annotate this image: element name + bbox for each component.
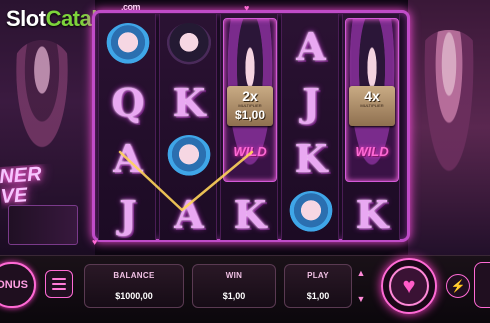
- multiplier-amount: $1,00: [234, 108, 266, 122]
- turbo-button[interactable]: ⚡: [446, 274, 470, 298]
- symbol-cell: [99, 18, 157, 74]
- chibi-blue-hair-symbol: [105, 23, 151, 69]
- letter-symbol: J: [119, 191, 137, 237]
- reel-5: 4x MULTIPLIER WILD K: [342, 14, 400, 240]
- spin-button[interactable]: ♥: [381, 258, 437, 314]
- reel-3: 2x MULTIPLIER $1,00 WILD K: [220, 14, 278, 240]
- win-label: WIN: [225, 271, 243, 280]
- multiplier-card: 2x MULTIPLIER $1,00: [227, 86, 273, 126]
- letter-symbol: Q: [111, 79, 145, 125]
- bet-label: PLAY: [307, 271, 329, 280]
- chibi-dark-hair-symbol: [166, 23, 212, 69]
- heart-icon: ♥: [389, 266, 429, 306]
- balance-panel: BALANCE $1000,00: [84, 264, 184, 308]
- background-character-right: [418, 30, 480, 200]
- reel-1: Q A J: [98, 14, 156, 240]
- game-screen: NER VE SlotCatalog .com ♥ Q A J K A 2x M…: [0, 0, 490, 323]
- symbol-cell: K: [343, 186, 401, 242]
- reel-4: A J K: [281, 14, 339, 240]
- bet-decrease-icon[interactable]: ▼: [357, 294, 366, 304]
- symbol-cell: K: [221, 186, 279, 242]
- symbol-cell: K: [282, 130, 340, 186]
- letter-symbol: J: [302, 79, 320, 125]
- symbol-cell: [282, 186, 340, 242]
- bet-value: $1,00: [306, 291, 330, 301]
- background-character-left: [12, 40, 72, 160]
- chibi-blue-hair-symbol: [166, 135, 212, 181]
- menu-icon-line: [52, 283, 66, 285]
- side-button[interactable]: [474, 262, 490, 308]
- reel-2: K A: [159, 14, 217, 240]
- bet-stepper: ▲ ▼: [354, 264, 368, 308]
- menu-icon-line: [52, 288, 66, 290]
- logo-slot-text: Slot: [6, 6, 46, 31]
- letter-symbol: K: [233, 191, 267, 237]
- symbol-cell: A: [160, 186, 218, 242]
- multiplier-value: 2x: [242, 88, 258, 104]
- wild-label: WILD: [233, 144, 267, 159]
- symbol-cell: [160, 18, 218, 74]
- frame-heart-icon: ♥: [244, 3, 250, 13]
- letter-symbol: K: [172, 79, 206, 125]
- symbol-cell: A: [99, 130, 157, 186]
- menu-icon-line: [52, 278, 66, 280]
- letter-symbol: K: [294, 135, 328, 181]
- multiplier-caption: MULTIPLIER: [360, 103, 384, 108]
- balance-label: BALANCE: [113, 271, 155, 280]
- win-value: $1,00: [222, 291, 246, 301]
- symbol-cell: A: [282, 18, 340, 74]
- letter-symbol: A: [113, 135, 143, 181]
- bet-panel[interactable]: PLAY $1,00: [284, 264, 352, 308]
- wild-label: WILD: [355, 144, 389, 159]
- letter-symbol: K: [355, 191, 389, 237]
- bet-increase-icon[interactable]: ▲: [357, 268, 366, 278]
- symbol-cell: Q: [99, 74, 157, 130]
- multiplier-card: 4x MULTIPLIER: [349, 86, 395, 126]
- multiplier-value: 4x: [364, 88, 380, 104]
- frame-heart-icon: ♥: [92, 237, 98, 247]
- symbol-cell: J: [282, 74, 340, 130]
- symbol-cell: [160, 130, 218, 186]
- neon-sign-line-2: VE: [0, 184, 29, 209]
- chibi-blue-hair-symbol: [288, 191, 334, 237]
- symbol-cell: J: [99, 186, 157, 242]
- background-neon-sign: NER VE: [0, 163, 61, 209]
- menu-button[interactable]: [45, 270, 73, 298]
- win-panel: WIN $1,00: [192, 264, 276, 308]
- background-computer: [8, 205, 78, 245]
- letter-symbol: A: [174, 191, 204, 237]
- letter-symbol: A: [296, 23, 326, 69]
- symbol-cell: K: [160, 74, 218, 130]
- balance-value: $1000,00: [115, 291, 153, 301]
